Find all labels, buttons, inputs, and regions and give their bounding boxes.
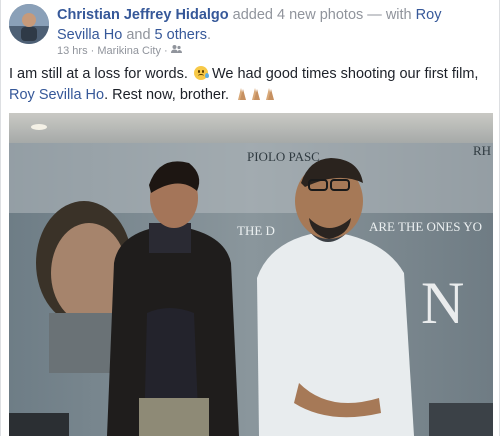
poster-text-3: THE D [237, 223, 275, 238]
crying-face-emoji-icon [193, 66, 209, 80]
post-caption: I am still at a loss for words. We had g… [9, 64, 493, 108]
post-action-text: added 4 new photos [232, 7, 364, 23]
post-headline: Christian Jeffrey Hidalgo added 4 new ph… [57, 5, 487, 45]
meta-separator: · [90, 45, 95, 58]
facebook-post-card: Christian Jeffrey Hidalgo added 4 new ph… [0, 0, 500, 436]
poster-text-1: PIOLO PASC [247, 149, 320, 164]
with-text: — with [367, 7, 412, 23]
post-header: Christian Jeffrey Hidalgo added 4 new ph… [9, 4, 493, 60]
post-meta: 13 hrs · Marikina City · [57, 44, 182, 58]
caption-text-1: I am still at a loss for words. [9, 66, 188, 82]
caption-text-3: . Rest now, brother. [104, 87, 230, 103]
praying-hands-emoji-icon [235, 87, 279, 108]
and-text: and [126, 27, 151, 43]
location-link[interactable]: Marikina City [97, 45, 161, 57]
poster-text-5: N [421, 270, 464, 336]
author-avatar[interactable] [9, 4, 49, 44]
headline-period: . [206, 27, 211, 43]
others-link[interactable]: 5 others [155, 27, 207, 43]
caption-person-link[interactable]: Roy Sevilla Ho [9, 87, 104, 103]
meta-separator-2: · [164, 45, 168, 58]
poster-text-4: ARE THE ONES YO [369, 219, 482, 234]
author-name-link[interactable]: Christian Jeffrey Hidalgo [57, 7, 229, 23]
post-photo[interactable]: PIOLO PASC RH THE D ARE THE ONES YO N [9, 113, 493, 436]
timestamp-link[interactable]: 13 hrs [57, 45, 88, 57]
friends-icon[interactable] [170, 44, 182, 58]
poster-text-2: RH [473, 143, 491, 158]
caption-text-2: We had good times shooting our first fil… [211, 66, 479, 82]
